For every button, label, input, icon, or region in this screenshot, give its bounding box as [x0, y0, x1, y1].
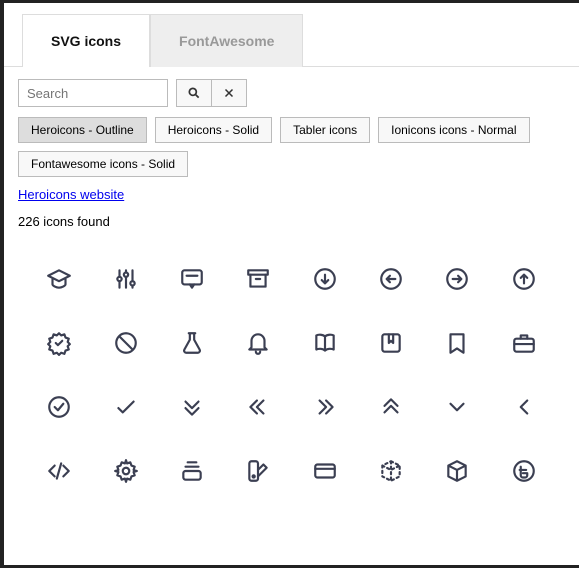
- icon-cog[interactable]: [98, 445, 152, 497]
- icon-bookmark[interactable]: [430, 317, 484, 369]
- icon-grid: [4, 239, 579, 511]
- icon-bookmark-alt[interactable]: [364, 317, 418, 369]
- icon-archive[interactable]: [231, 253, 285, 305]
- icon-annotation[interactable]: [165, 253, 219, 305]
- icon-check-circle[interactable]: [32, 381, 86, 433]
- search-button[interactable]: [176, 79, 212, 107]
- icon-check[interactable]: [98, 381, 152, 433]
- icon-arrow-circle-right[interactable]: [430, 253, 484, 305]
- icon-book-open[interactable]: [298, 317, 352, 369]
- filter-heroicons-outline[interactable]: Heroicons - Outline: [18, 117, 147, 143]
- icon-chevron-down[interactable]: [430, 381, 484, 433]
- clear-button[interactable]: [211, 79, 247, 107]
- tab-fontawesome[interactable]: FontAwesome: [150, 14, 303, 67]
- search-icon: [187, 86, 201, 100]
- filter-ionicons-normal[interactable]: Ionicons icons - Normal: [378, 117, 529, 143]
- icon-currency-bangladeshi[interactable]: [497, 445, 551, 497]
- link-row: Heroicons website: [4, 183, 579, 210]
- filter-tabler[interactable]: Tabler icons: [280, 117, 370, 143]
- icon-picker-panel: SVG icons FontAwesome Heroicons - Outlin…: [4, 3, 579, 565]
- close-icon: [223, 87, 235, 99]
- tabs: SVG icons FontAwesome: [4, 3, 579, 67]
- search-row: [4, 67, 579, 117]
- filters: Heroicons - Outline Heroicons - Solid Ta…: [4, 117, 579, 183]
- icon-chevron-double-right[interactable]: [298, 381, 352, 433]
- icon-academic-cap[interactable]: [32, 253, 86, 305]
- icon-chevron-left[interactable]: [497, 381, 551, 433]
- heroicons-website-link[interactable]: Heroicons website: [18, 187, 124, 202]
- icon-cube[interactable]: [430, 445, 484, 497]
- icon-bell[interactable]: [231, 317, 285, 369]
- icon-adjustments[interactable]: [98, 253, 152, 305]
- filter-fontawesome-solid[interactable]: Fontawesome icons - Solid: [18, 151, 188, 177]
- icon-arrow-circle-left[interactable]: [364, 253, 418, 305]
- icon-briefcase[interactable]: [497, 317, 551, 369]
- icon-arrow-circle-down[interactable]: [298, 253, 352, 305]
- icon-credit-card[interactable]: [298, 445, 352, 497]
- icon-cube-transparent[interactable]: [364, 445, 418, 497]
- tab-svg-icons[interactable]: SVG icons: [22, 14, 150, 67]
- icon-ban[interactable]: [98, 317, 152, 369]
- icon-arrow-circle-up[interactable]: [497, 253, 551, 305]
- icon-chevron-double-down[interactable]: [165, 381, 219, 433]
- search-input[interactable]: [18, 79, 168, 107]
- icon-badge-check[interactable]: [32, 317, 86, 369]
- results-count: 226 icons found: [4, 210, 579, 239]
- icon-beaker[interactable]: [165, 317, 219, 369]
- filter-heroicons-solid[interactable]: Heroicons - Solid: [155, 117, 272, 143]
- icon-chevron-double-left[interactable]: [231, 381, 285, 433]
- icon-chevron-double-up[interactable]: [364, 381, 418, 433]
- icon-collection[interactable]: [165, 445, 219, 497]
- icon-color-swatch[interactable]: [231, 445, 285, 497]
- icon-code[interactable]: [32, 445, 86, 497]
